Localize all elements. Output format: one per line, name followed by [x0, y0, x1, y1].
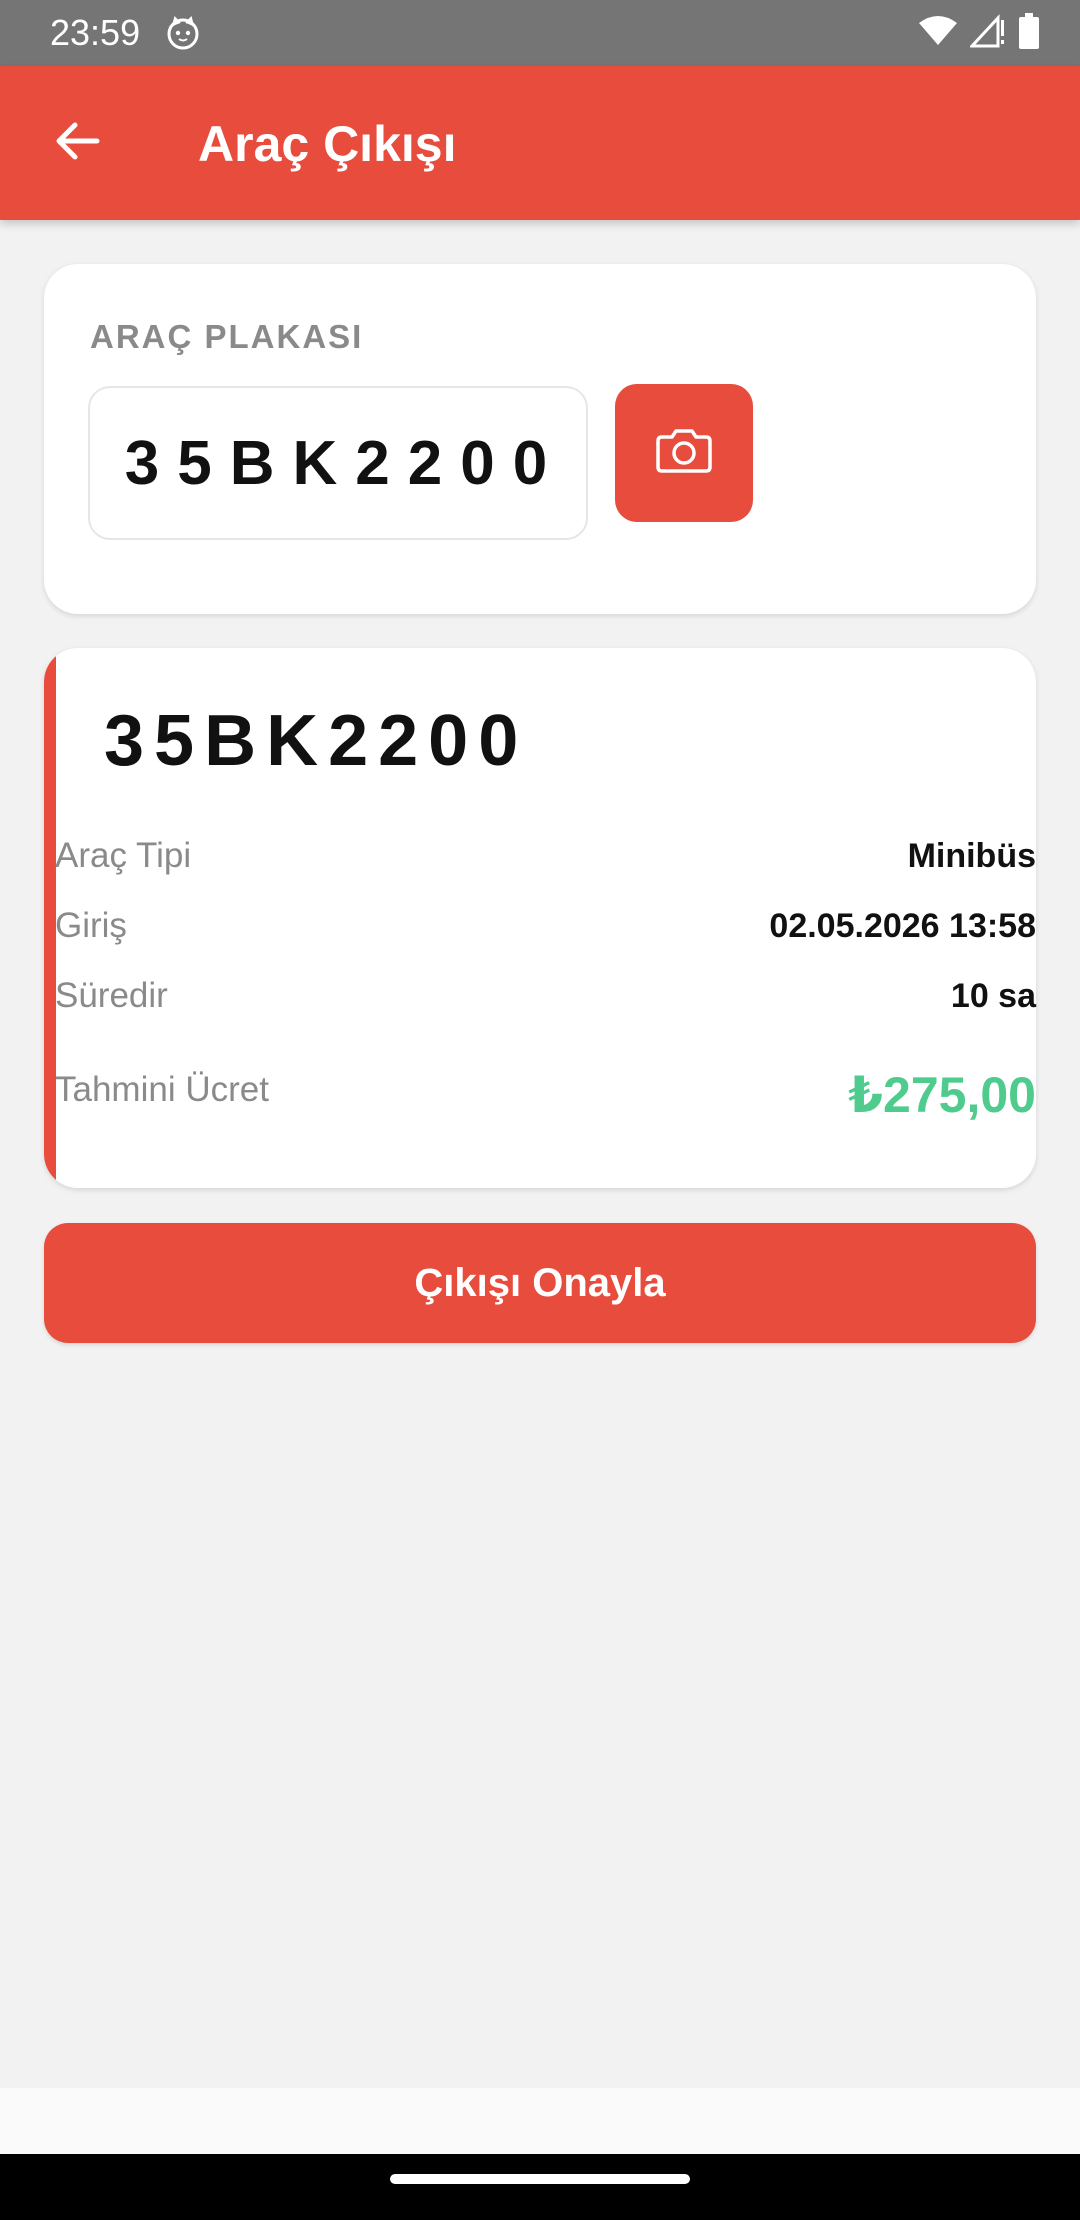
- status-time: 23:59: [50, 12, 141, 53]
- info-label: Süredir: [55, 976, 168, 1015]
- plate-card: ARAÇ PLAKASI: [44, 264, 1036, 614]
- info-value: 10 sa: [950, 976, 1036, 1015]
- info-row-entry: Giriş 02.05.2026 13:58: [55, 906, 1036, 946]
- plate-label: ARAÇ PLAKASI: [90, 318, 364, 355]
- info-row-fee: Tahmini Ücret ₺275,00: [55, 1067, 1036, 1124]
- fee-value: ₺275,00: [848, 1067, 1036, 1123]
- info-row-vehicle-type: Araç Tipi Minibüs: [55, 836, 1036, 876]
- battery-icon: [1018, 12, 1040, 54]
- signal-icon: [968, 13, 1006, 53]
- info-value: Minibüs: [907, 836, 1036, 875]
- status-icons: [918, 12, 1040, 54]
- confirm-exit-button[interactable]: Çıkışı Onayla: [44, 1223, 1036, 1343]
- wifi-icon: [918, 15, 958, 52]
- plate-input[interactable]: [88, 386, 588, 540]
- info-label: Araç Tipi: [55, 836, 192, 875]
- camera-button[interactable]: [615, 384, 753, 522]
- home-handle[interactable]: [390, 2174, 690, 2184]
- navigation-bar: [0, 2154, 1080, 2220]
- cat-icon: [166, 16, 200, 50]
- status-bar: 23:59: [0, 0, 1080, 66]
- bottom-strip: [0, 2088, 1080, 2154]
- info-row-duration: Süredir 10 sa: [55, 976, 1036, 1016]
- fee-label: Tahmini Ücret: [55, 1070, 269, 1109]
- arrow-left-icon: [53, 121, 101, 166]
- camera-icon: [654, 427, 714, 480]
- back-button[interactable]: [44, 110, 110, 176]
- screen: 23:59 Araç Çıkışı ARAÇ PLAKASI 35BK2200 …: [0, 0, 1080, 2220]
- page-title: Araç Çıkışı: [198, 116, 457, 172]
- info-label: Giriş: [55, 906, 127, 945]
- info-value: 02.05.2026 13:58: [769, 906, 1036, 945]
- vehicle-plate: 35BK2200: [104, 701, 529, 781]
- app-bar: Araç Çıkışı: [0, 66, 1080, 220]
